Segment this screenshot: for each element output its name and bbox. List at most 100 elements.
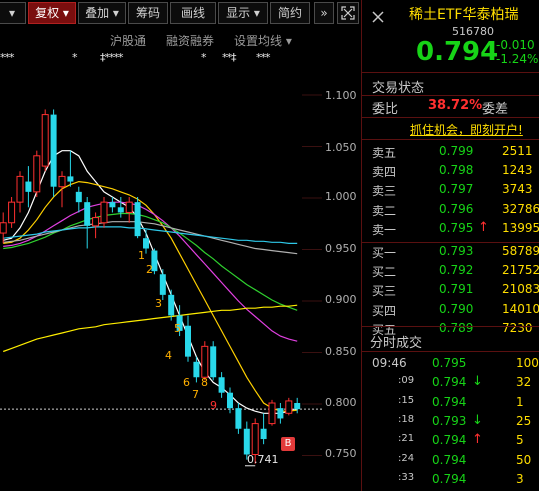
divider	[362, 117, 539, 118]
adjust-price-button[interactable]: 复权 ▾	[28, 2, 76, 24]
level-price: 0.791	[439, 282, 474, 297]
level-volume: 2511	[502, 144, 533, 158]
trade-price: 0.794	[432, 394, 467, 409]
moving-average-line	[3, 180, 298, 412]
wave-label: 9	[210, 399, 217, 412]
candle-body-down	[227, 392, 233, 409]
trade-time: :21	[398, 433, 415, 445]
set-ma-link[interactable]: 设置均线 ▾	[234, 32, 292, 49]
level-name: 卖五	[372, 146, 397, 160]
level-volume: 3743	[502, 182, 533, 197]
fullscreen-icon	[341, 6, 355, 20]
level-price: 0.796	[439, 201, 474, 216]
display-button[interactable]: 显示 ▾	[218, 2, 268, 24]
candle-body-down	[260, 428, 267, 440]
candle-body-up	[251, 423, 259, 456]
candle-body-up	[0, 222, 7, 234]
trade-row[interactable]: :24 0.794 50	[362, 453, 539, 472]
wave-label: 4	[165, 349, 172, 362]
trade-price: 0.794	[432, 433, 467, 448]
ask-bid-divider	[362, 241, 539, 243]
candle-body-down	[84, 202, 91, 226]
up-arrow-icon: ↑	[472, 432, 483, 448]
divider	[362, 326, 539, 327]
price-axis-label: 1.100	[325, 89, 357, 102]
trade-time: :18	[398, 413, 415, 425]
level-name: 买四	[372, 303, 397, 318]
bid-level-row[interactable]: 买三 0.791 21083	[362, 282, 539, 301]
bid-ratio-value: 38.72%	[428, 98, 483, 113]
candle-body-down	[235, 408, 242, 429]
trade-volume: 50	[516, 452, 532, 467]
price-axis-label: 1.050	[325, 141, 357, 154]
candle-body-down	[193, 361, 200, 378]
candle-body-down	[25, 181, 32, 192]
kline-chart-pane[interactable]: ▾ 复权 ▾ 叠加 ▾ 筹码 画线 显示 ▾ 简约 » 沪股通 融资融券 设置均…	[0, 0, 362, 491]
trade-row[interactable]: :15 0.794 1	[362, 395, 539, 414]
ask-level-row[interactable]: 卖二 0.796 32786	[362, 202, 539, 221]
wave-label: 2	[146, 263, 153, 276]
moving-average-line	[3, 221, 298, 255]
wave-label: 1	[138, 249, 145, 262]
candle-body-up	[100, 201, 108, 224]
candlestick-chart[interactable]	[0, 0, 362, 491]
level-volume: 21752	[502, 263, 539, 278]
bid-level-row[interactable]: 买四 0.790 14010	[362, 302, 539, 321]
ask-level-row[interactable]: 卖三 0.797 3743	[362, 182, 539, 201]
trade-time: :09	[398, 375, 415, 387]
divider	[362, 351, 539, 352]
change-value: -0.010	[496, 38, 535, 52]
candle-body-up	[285, 400, 293, 414]
change-percent: -1.24%	[496, 52, 539, 66]
candle-body-down	[277, 408, 284, 419]
overlay-button[interactable]: 叠加 ▾	[78, 2, 126, 24]
level-volume: 32786	[502, 201, 539, 216]
candle-body-down	[50, 114, 57, 187]
candle-body-up	[201, 345, 209, 378]
level-name: 买一	[372, 246, 397, 260]
level-price: 0.789	[439, 320, 474, 335]
trade-row[interactable]: :21 0.794 ↑ 5	[362, 432, 539, 452]
bid-level-row[interactable]: 买二 0.792 21752	[362, 263, 539, 282]
low-price-label: 0.741	[247, 453, 279, 466]
bid-diff-label: 委差	[482, 102, 509, 117]
trade-price: 0.794	[432, 375, 467, 390]
price-axis-label: 0.850	[325, 345, 357, 358]
candle-body-down	[109, 202, 116, 208]
trade-row[interactable]: :09 0.794 ↓ 32	[362, 374, 539, 394]
level-volume: 13995	[502, 220, 539, 235]
wave-label: 6	[183, 376, 190, 389]
trade-time: :24	[398, 452, 415, 464]
margin-trading-link[interactable]: 融资融券	[166, 32, 214, 49]
draw-line-button[interactable]: 画线	[170, 2, 216, 24]
candle-body-down	[134, 202, 141, 237]
ask-level-row[interactable]: 卖四 0.798 1243	[362, 163, 539, 182]
trade-status-label: 交易状态	[372, 81, 425, 96]
open-account-link[interactable]: 抓住机会，即刻开户!	[410, 121, 523, 138]
trade-row[interactable]: :18 0.793 ↓ 25	[362, 413, 539, 433]
candle-body-up	[33, 155, 41, 193]
wave-label: 3	[155, 297, 162, 310]
hk-connect-link[interactable]: 沪股通	[110, 32, 146, 49]
buy-signal-badge[interactable]: B	[281, 437, 295, 451]
trade-row[interactable]: :33 0.794 3	[362, 472, 539, 491]
ask-level-row[interactable]: 卖五 0.799 2511	[362, 144, 539, 163]
more-button[interactable]: »	[314, 2, 334, 24]
trade-row[interactable]: 09:46 0.795 100	[362, 356, 539, 375]
chips-button[interactable]: 筹码	[128, 2, 168, 24]
candle-body-up	[41, 114, 49, 167]
up-arrow-icon: ↑	[478, 219, 489, 235]
wave-label: 8	[201, 376, 208, 389]
ask-level-row[interactable]: 卖一 0.795 ↑ 13995	[362, 219, 539, 240]
trade-volume: 1	[516, 394, 524, 409]
down-arrow-icon: ↓	[472, 374, 483, 390]
bid-level-row[interactable]: 买一 0.793 58789	[362, 244, 539, 263]
close-icon[interactable]	[371, 10, 385, 24]
level-volume: 21083	[502, 282, 539, 297]
simple-mode-button[interactable]: 简约	[270, 2, 310, 24]
toolbar-partial-button[interactable]: ▾	[0, 2, 26, 24]
fullscreen-button[interactable]	[337, 2, 359, 24]
candle-body-up	[268, 402, 276, 425]
level-name: 卖二	[372, 203, 397, 218]
level-price: 0.793	[439, 244, 474, 258]
